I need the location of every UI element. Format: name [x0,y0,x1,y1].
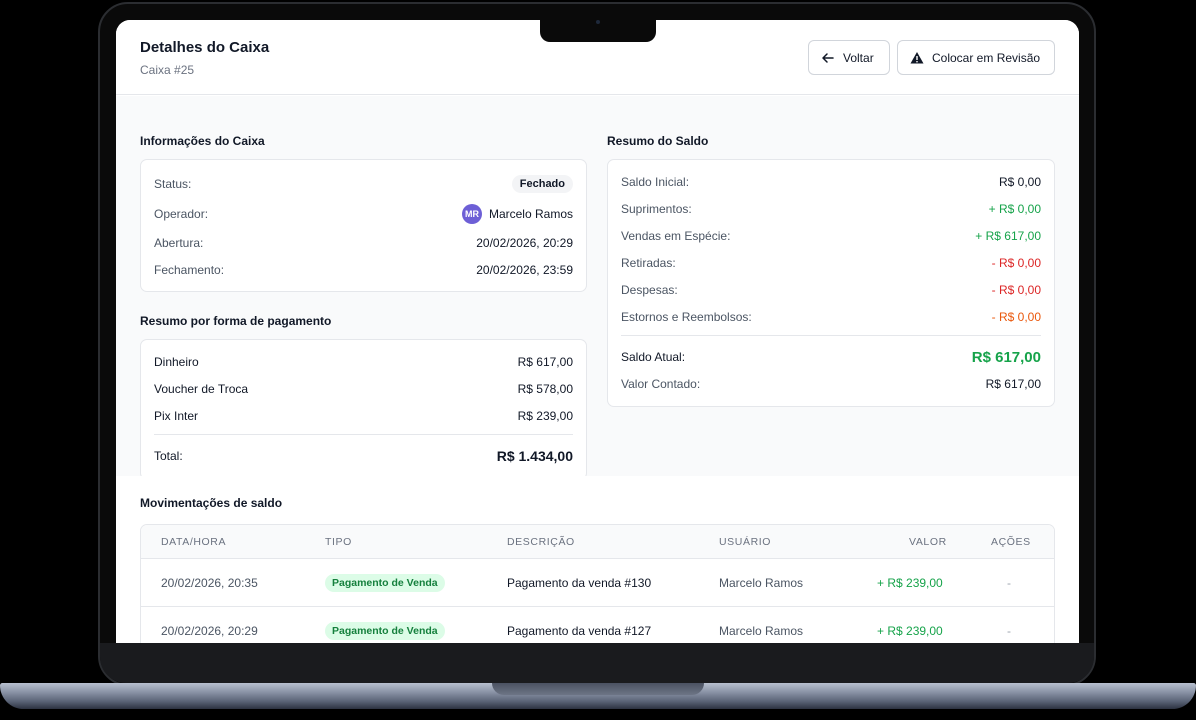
operator-name: Marcelo Ramos [488,207,573,221]
type-badge: Pagamento de Venda [325,622,445,640]
screen: Detalhes do Caixa Caixa #25 Voltar Coloc… [116,20,1079,643]
balance-row: Vendas em Espécie: + R$ 617,00 [621,226,1041,246]
balance-value: R$ 0,00 [998,175,1041,189]
cell-description: Pagamento da venda #127 [507,624,652,638]
status-badge: Fechado [511,175,573,193]
balance-value: + R$ 0,00 [988,202,1041,216]
details-area: Informações do Caixa Status: Fechado Ope… [116,96,1079,480]
payment-row: Voucher de Troca R$ 578,00 [154,379,573,399]
camera-icon [596,20,600,24]
review-button[interactable]: Colocar em Revisão [897,40,1055,75]
laptop-base-notch [492,683,704,695]
info-section-title: Informações do Caixa [140,134,265,148]
balance-row: Suprimentos: + R$ 0,00 [621,199,1041,219]
cell-user: Marcelo Ramos [719,576,804,590]
arrow-left-icon [822,52,834,63]
review-button-label: Colocar em Revisão [932,50,1041,65]
column-header[interactable]: USUÁRIO [719,536,771,548]
payments-card: Dinheiro R$ 617,00 Voucher de Troca R$ 5… [140,339,587,480]
back-button-label: Voltar [843,50,874,65]
cell-value: + R$ 239,00 [877,624,943,638]
balance-label: Estornos e Reembolsos: [621,310,752,324]
cell-datetime: 20/02/2026, 20:29 [161,624,258,638]
info-card: Status: Fechado Operador: MR Marcelo Ram… [140,159,587,292]
current-balance-label: Saldo Atual: [621,350,686,364]
payments-total-value: R$ 1.434,00 [496,448,573,464]
table-row[interactable]: 20/02/2026, 20:35 Pagamento de Venda Pag… [141,559,1054,607]
balance-label: Vendas em Espécie: [621,229,731,243]
cell-actions: - [1007,576,1011,590]
divider [621,335,1041,336]
page-title: Detalhes do Caixa [140,39,270,56]
balance-section-title: Resumo do Saldo [607,134,709,148]
column-header[interactable]: AÇÕES [991,536,1031,548]
status-row: Status: Fechado [154,174,573,194]
open-value: 20/02/2026, 20:29 [476,236,573,250]
counted-value: R$ 617,00 [985,377,1041,391]
table-row[interactable]: 20/02/2026, 20:29 Pagamento de Venda Pag… [141,607,1054,643]
column-header[interactable]: TIPO [325,536,352,548]
payments-total-row: Total: R$ 1.434,00 [154,445,573,467]
divider [154,434,573,435]
page-subtitle: Caixa #25 [140,63,195,77]
cell-user: Marcelo Ramos [719,624,804,638]
current-balance-row: Saldo Atual: R$ 617,00 [621,346,1041,368]
current-balance-value: R$ 617,00 [971,348,1041,366]
balance-row: Saldo Inicial: R$ 0,00 [621,172,1041,192]
open-label: Abertura: [154,236,204,250]
back-button[interactable]: Voltar [808,40,890,75]
close-label: Fechamento: [154,263,225,277]
balance-row: Estornos e Reembolsos: - R$ 0,00 [621,307,1041,327]
movements-table: DATA/HORA TIPO DESCRIÇÃO USUÁRIO VALOR A… [140,524,1055,643]
balance-value: - R$ 0,00 [991,256,1041,270]
balance-row: Despesas: - R$ 0,00 [621,280,1041,300]
balance-value: - R$ 0,00 [991,283,1041,297]
balance-card: Saldo Inicial: R$ 0,00 Suprimentos: + R$… [607,159,1055,407]
cell-actions: - [1007,624,1011,638]
open-row: Abertura: 20/02/2026, 20:29 [154,233,573,253]
payment-value: R$ 578,00 [517,382,573,396]
balance-value: - R$ 0,00 [991,310,1041,324]
payments-section-title: Resumo por forma de pagamento [140,314,332,328]
close-row: Fechamento: 20/02/2026, 23:59 [154,260,573,280]
payment-label: Voucher de Troca [154,382,249,396]
column-header[interactable]: DATA/HORA [161,536,226,548]
column-header[interactable]: DESCRIÇÃO [507,536,575,548]
cell-value: + R$ 239,00 [877,576,943,590]
payment-value: R$ 617,00 [517,355,573,369]
counted-row: Valor Contado: R$ 617,00 [621,374,1041,394]
counted-label: Valor Contado: [621,377,701,391]
balance-label: Despesas: [621,283,678,297]
balance-value: + R$ 617,00 [975,229,1041,243]
avatar: MR [461,204,482,224]
balance-row: Retiradas: - R$ 0,00 [621,253,1041,273]
payments-total-label: Total: [154,449,183,463]
warning-triangle-icon [910,51,924,63]
type-badge: Pagamento de Venda [325,574,445,592]
payment-value: R$ 239,00 [517,409,573,423]
cell-datetime: 20/02/2026, 20:35 [161,576,258,590]
movements-section-title: Movimentações de saldo [140,496,283,510]
balance-label: Suprimentos: [621,202,692,216]
laptop-chin [100,643,1094,683]
cell-description: Pagamento da venda #130 [507,576,652,590]
close-value: 20/02/2026, 23:59 [476,263,573,277]
column-header[interactable]: VALOR [909,536,947,548]
status-label: Status: [154,177,192,191]
payment-row: Pix Inter R$ 239,00 [154,406,573,426]
payment-row: Dinheiro R$ 617,00 [154,352,573,372]
payment-label: Pix Inter [154,409,199,423]
operator-row: Operador: MR Marcelo Ramos [154,203,573,225]
balance-label: Saldo Inicial: [621,175,690,189]
table-header: DATA/HORA TIPO DESCRIÇÃO USUÁRIO VALOR A… [141,525,1054,559]
operator: MR Marcelo Ramos [461,204,573,224]
payment-label: Dinheiro [154,355,199,369]
operator-label: Operador: [154,207,209,221]
balance-label: Retiradas: [621,256,676,270]
